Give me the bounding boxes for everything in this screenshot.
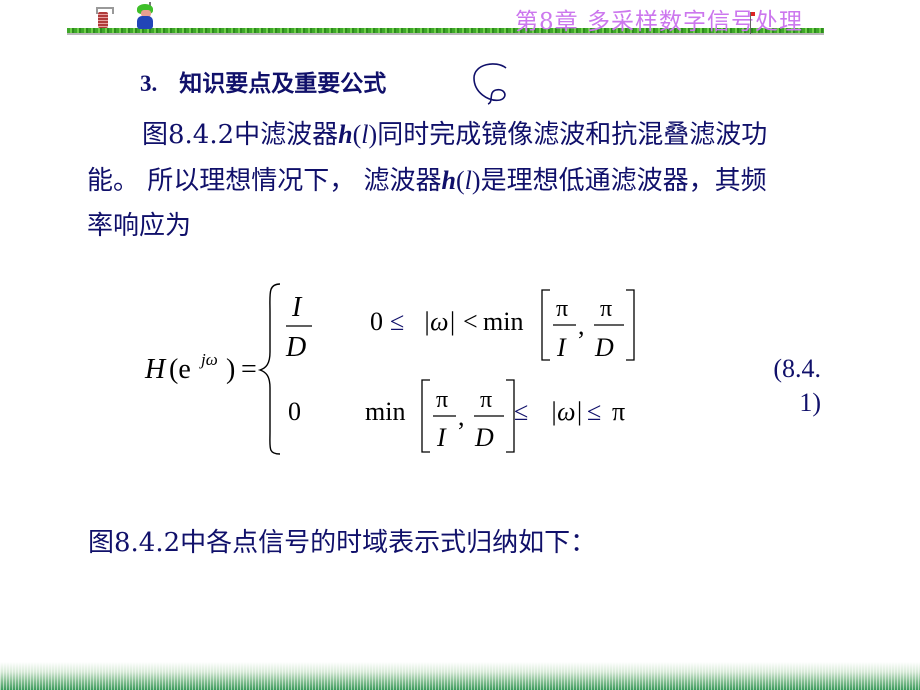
- case2-omega: |ω|: [550, 397, 583, 426]
- left-bracket: [421, 379, 430, 453]
- formula-H: H: [144, 354, 167, 385]
- golf-flag-icon: [750, 12, 755, 34]
- paragraph-line-2: 能。 所以理想情况下， 滤波器h(l)是理想低通滤波器，其频: [87, 158, 877, 204]
- case2-leq1: ≤: [514, 397, 528, 426]
- text-segment: 能。 所以理想情况下， 滤波器: [87, 166, 442, 196]
- paren: (: [352, 120, 362, 149]
- text-segment: 同时完成镜像滤波和抗混叠滤波功: [377, 120, 768, 150]
- curl-ornament-icon: [473, 63, 507, 105]
- frac-pi: π: [436, 387, 448, 413]
- frac-pi: π: [480, 387, 492, 413]
- paren: ): [368, 120, 378, 149]
- case1-lt: <: [463, 307, 478, 336]
- section-number: 3.: [140, 71, 158, 96]
- frac-pi: π: [600, 296, 612, 322]
- case2-pi: π: [612, 397, 625, 426]
- left-brace: [257, 283, 281, 455]
- case2-leq2: ≤: [587, 397, 601, 426]
- paragraph-line-3: 率响应为: [87, 211, 192, 241]
- golf-bag-icon: [96, 7, 114, 28]
- frac-D: D: [474, 423, 494, 452]
- summary-text: 图8.4.2中各点信号的时域表示式归纳如下：: [88, 528, 597, 558]
- footer-grass-decoration: [0, 662, 920, 690]
- paragraph-line-1: 图8.4.2中滤波器h(l)同时完成镜像滤波和抗混叠滤波功: [87, 112, 877, 158]
- frac-pi: π: [556, 296, 568, 322]
- equation-number-line-1: (8.4.: [773, 354, 821, 383]
- case1-denominator: D: [285, 332, 306, 363]
- formula-equals: =: [241, 354, 257, 385]
- section-heading: 3. 知识要点及重要公式: [140, 64, 386, 98]
- case1-omega: |ω|: [423, 307, 456, 336]
- frac-I: I: [556, 333, 567, 362]
- case1-leq: ≤: [390, 307, 404, 336]
- case2-value: 0: [288, 397, 301, 426]
- comma: ,: [578, 311, 585, 340]
- case1-numerator: I: [291, 292, 303, 323]
- case1-min: min: [483, 307, 523, 336]
- right-bracket: [506, 379, 515, 453]
- chapter-title: 第8章 多采样数字信号处理: [515, 9, 803, 35]
- equation-number: (8.4. 1): [757, 352, 821, 420]
- text-segment: 图8.4.2中滤波器: [142, 120, 339, 150]
- paren: (: [456, 166, 465, 195]
- section-title: 知识要点及重要公式: [179, 70, 387, 97]
- frequency-response-formula: H (e jω ) = I D 0 ≤ |ω| < min π I , π D …: [144, 283, 635, 455]
- frac-I: I: [436, 423, 447, 452]
- paren: ): [471, 166, 481, 195]
- math-l: l: [361, 120, 369, 149]
- formula-open: (e: [169, 354, 191, 385]
- formula-close: ): [226, 354, 235, 385]
- math-h: h: [441, 166, 456, 195]
- equation-number-line-2: 1): [799, 388, 821, 417]
- text-segment: 是理想低通滤波器，其频: [480, 166, 767, 196]
- formula-sup: jω: [199, 350, 218, 369]
- intro-paragraph: 图8.4.2中滤波器h(l)同时完成镜像滤波和抗混叠滤波功 能。 所以理想情况下…: [87, 112, 877, 249]
- case2-min: min: [365, 397, 405, 426]
- left-bracket: [541, 289, 550, 361]
- case1-zero: 0: [370, 307, 383, 336]
- frac-D: D: [594, 333, 614, 362]
- golfer-icon: [134, 2, 156, 30]
- math-h: h: [338, 120, 353, 149]
- comma: ,: [458, 402, 465, 431]
- math-l: l: [464, 166, 472, 195]
- right-bracket: [626, 289, 635, 361]
